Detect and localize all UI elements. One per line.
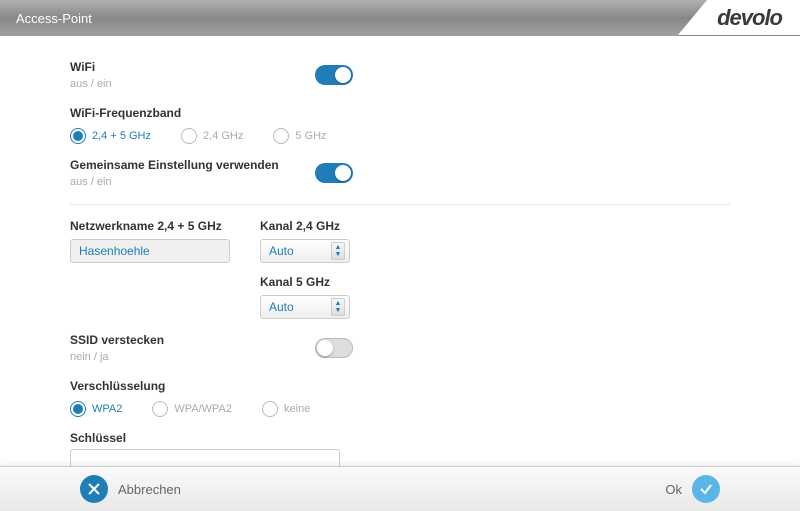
wifi-toggle[interactable]: [315, 65, 353, 85]
content-area: WiFi aus / ein WiFi-Frequenzband 2,4 + 5…: [0, 36, 800, 466]
divider: [70, 204, 730, 205]
freqband-label: WiFi-Frequenzband: [70, 106, 730, 120]
brand-logo-wrap: devolo: [677, 0, 800, 36]
encryption-option-wpa2[interactable]: WPA2: [70, 401, 122, 417]
ok-label: Ok: [665, 482, 682, 497]
footer-bar: Abbrechen Ok: [0, 466, 800, 511]
channel-24-select[interactable]: Auto ▲▼: [260, 239, 350, 263]
shared-row: Gemeinsame Einstellung verwenden aus / e…: [70, 158, 730, 188]
wifi-sublabel: aus / ein: [70, 78, 315, 90]
encryption-radio-group: WPA2 WPA/WPA2 keine: [70, 401, 730, 417]
freqband-radio-group: 2,4 + 5 GHz 2,4 GHz 5 GHz: [70, 128, 730, 144]
stepper-icon: ▲▼: [331, 298, 345, 316]
freqband-option-24[interactable]: 2,4 GHz: [181, 128, 243, 144]
ssid-hide-toggle[interactable]: [315, 338, 353, 358]
encryption-option-none[interactable]: keine: [262, 401, 310, 417]
key-input[interactable]: [70, 449, 340, 466]
shared-sublabel: aus / ein: [70, 176, 315, 188]
freqband-option-both[interactable]: 2,4 + 5 GHz: [70, 128, 151, 144]
channel-5-select[interactable]: Auto ▲▼: [260, 295, 350, 319]
network-row: Netzwerkname 2,4 + 5 GHz Kanal 2,4 GHz A…: [70, 219, 730, 319]
channel-5-label: Kanal 5 GHz: [260, 275, 350, 289]
check-icon: [692, 475, 720, 503]
ssid-hide-row: SSID verstecken nein / ja: [70, 333, 730, 363]
freqband-option-5[interactable]: 5 GHz: [273, 128, 326, 144]
encryption-option-wpawpa2[interactable]: WPA/WPA2: [152, 401, 232, 417]
shared-toggle[interactable]: [315, 163, 353, 183]
encryption-label: Verschlüsselung: [70, 379, 730, 393]
cancel-label: Abbrechen: [118, 482, 181, 497]
channel-24-label: Kanal 2,4 GHz: [260, 219, 350, 233]
brand-logo: devolo: [717, 5, 782, 31]
stepper-icon: ▲▼: [331, 242, 345, 260]
ssid-hide-sublabel: nein / ja: [70, 351, 315, 363]
cancel-button[interactable]: Abbrechen: [80, 475, 181, 503]
network-name-input[interactable]: [70, 239, 230, 263]
page-title: Access-Point: [16, 11, 92, 26]
ssid-hide-label: SSID verstecken: [70, 333, 315, 347]
header-bar: Access-Point devolo: [0, 0, 800, 36]
wifi-label: WiFi: [70, 60, 315, 74]
shared-label: Gemeinsame Einstellung verwenden: [70, 158, 315, 172]
key-label: Schlüssel: [70, 431, 730, 445]
network-name-label: Netzwerkname 2,4 + 5 GHz: [70, 219, 230, 233]
wifi-row: WiFi aus / ein: [70, 60, 730, 90]
close-icon: [80, 475, 108, 503]
ok-button[interactable]: Ok: [665, 475, 720, 503]
